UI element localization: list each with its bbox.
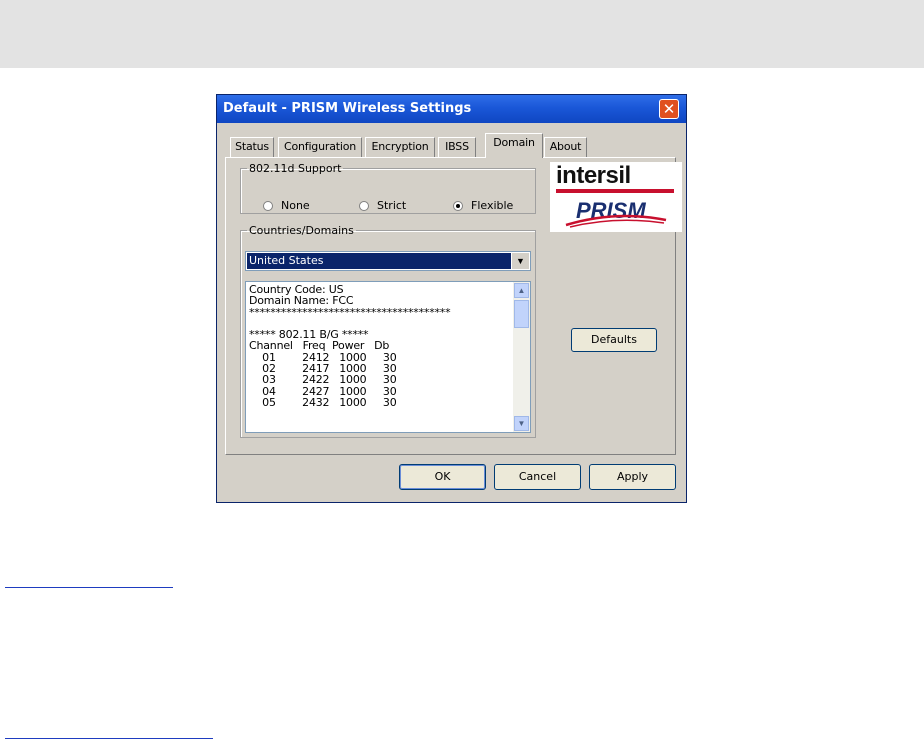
vertical-scrollbar[interactable]: ▲ ▼: [513, 282, 530, 432]
radio-flexible[interactable]: Flexible: [453, 199, 513, 212]
domain-details-listbox[interactable]: Country Code: US Domain Name: FCC ******…: [245, 281, 531, 433]
intersil-prism-logo: intersil PRISM: [550, 162, 682, 232]
radio-none[interactable]: None: [263, 199, 310, 212]
list-item: **************************************: [249, 305, 451, 319]
intersil-wordmark: intersil: [556, 162, 631, 189]
tab-about[interactable]: About: [544, 137, 587, 157]
tab-domain[interactable]: Domain: [485, 133, 543, 158]
tab-label: Encryption: [371, 140, 429, 153]
defaults-button[interactable]: Defaults: [571, 328, 657, 352]
cancel-button[interactable]: Cancel: [494, 464, 581, 490]
tab-status[interactable]: Status: [230, 137, 274, 157]
close-button[interactable]: ✕: [659, 99, 679, 119]
tab-configuration[interactable]: Configuration: [278, 137, 362, 157]
close-icon: ✕: [662, 100, 676, 118]
radio-label: Flexible: [471, 199, 514, 212]
radio-label: Strict: [377, 199, 407, 212]
chevron-down-icon[interactable]: ▼: [511, 253, 529, 269]
tab-ibss[interactable]: IBSS: [438, 137, 476, 157]
tab-label: Configuration: [284, 140, 356, 153]
prism-wireless-settings-dialog: Default - PRISM Wireless Settings ✕ Stat…: [216, 94, 687, 503]
tab-label: IBSS: [445, 140, 469, 153]
country-select[interactable]: United States ▼: [245, 251, 531, 271]
radio-indicator: [359, 200, 369, 211]
page-header-band: [0, 0, 924, 68]
apply-button[interactable]: Apply: [589, 464, 676, 490]
dialog-title: Default - PRISM Wireless Settings: [223, 101, 472, 116]
radio-indicator-checked: [453, 200, 463, 211]
countries-group-legend: Countries/Domains: [249, 224, 354, 237]
radio-label: None: [281, 199, 310, 212]
domain-tab-panel: 802.11d Support None Strict Flexible Cou…: [225, 157, 682, 455]
countries-group: Countries/Domains United States ▼ Countr…: [240, 224, 536, 438]
list-item: 05 2432 1000 30: [249, 395, 397, 409]
support-group: 802.11d Support None Strict Flexible: [240, 162, 536, 214]
support-group-legend: 802.11d Support: [249, 162, 342, 175]
ok-button[interactable]: OK: [399, 464, 486, 490]
logo-underline: [556, 189, 674, 193]
link-underline[interactable]: [5, 738, 213, 739]
list-item: 03 2422 1000 30: [249, 373, 397, 387]
country-select-value: United States: [247, 253, 511, 269]
link-underline[interactable]: [5, 587, 173, 588]
scroll-down-icon[interactable]: ▼: [514, 416, 529, 431]
tab-encryption[interactable]: Encryption: [365, 137, 435, 157]
tab-label: Domain: [493, 136, 535, 149]
domain-details-text: Country Code: US Domain Name: FCC ******…: [249, 284, 511, 409]
list-item: Domain Name: FCC: [249, 294, 354, 308]
radio-indicator: [263, 200, 273, 211]
tab-label: Status: [235, 140, 269, 153]
tab-label: About: [549, 140, 582, 153]
scroll-up-icon[interactable]: ▲: [514, 283, 529, 298]
scrollbar-thumb[interactable]: [514, 300, 529, 328]
dialog-titlebar[interactable]: Default - PRISM Wireless Settings ✕: [217, 95, 686, 123]
radio-strict[interactable]: Strict: [359, 199, 406, 212]
logo-swoosh-icon: [565, 214, 667, 228]
